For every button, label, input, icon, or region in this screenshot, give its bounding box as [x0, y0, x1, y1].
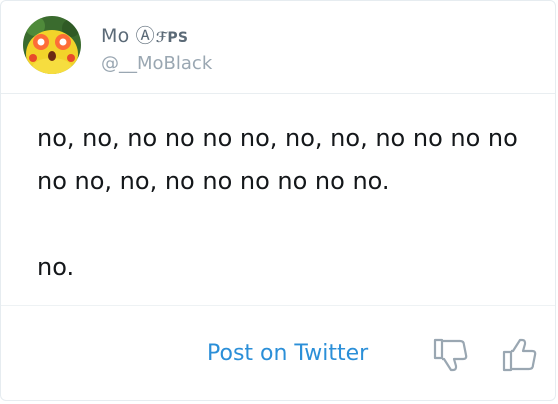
thumbs-down-icon — [433, 338, 468, 372]
tweet-card: Mo ⒶℱPS @__MoBlack no, no, no no no no, … — [0, 0, 556, 401]
display-name[interactable]: Mo ⒶℱPS — [101, 21, 188, 48]
thumbs-down-button[interactable] — [432, 336, 470, 374]
post-on-twitter-link[interactable]: Post on Twitter — [207, 341, 368, 366]
tweet-footer: Post on Twitter — [1, 305, 555, 402]
display-name-suffix: ℱPS — [155, 30, 189, 46]
display-name-text: Mo Ⓐ — [101, 25, 155, 47]
username[interactable]: @__MoBlack — [101, 53, 212, 74]
avatar[interactable] — [23, 16, 81, 74]
tweet-text: no, no, no no no no, no, no, no no no no… — [37, 124, 518, 281]
thumbs-up-icon — [502, 338, 537, 372]
avatar-image — [23, 16, 81, 74]
tweet-header: Mo ⒶℱPS @__MoBlack — [1, 1, 555, 94]
thumbs-up-button[interactable] — [501, 336, 539, 374]
